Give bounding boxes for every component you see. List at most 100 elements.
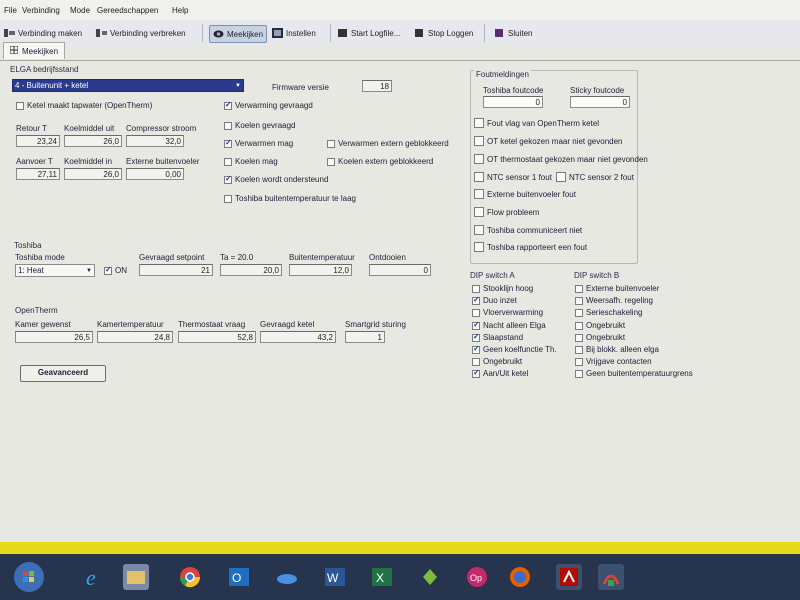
svg-text:W: W (327, 571, 339, 585)
menu-gereedschappen[interactable]: Gereedschappen (97, 6, 158, 15)
dip-b-bij-blokk[interactable]: Bij blokk. alleen elga (575, 345, 659, 354)
dip-label: Duo inzet (483, 296, 517, 305)
error-checkbox-ntc1[interactable]: NTC sensor 1 fout (474, 172, 552, 182)
checkbox-box (474, 136, 484, 146)
koelen-gevraagd-checkbox[interactable]: Koelen gevraagd (224, 121, 296, 130)
connect-button[interactable]: Verbinding maken (4, 25, 82, 41)
excel-icon[interactable]: X (369, 564, 395, 590)
error-checkbox-ext-buitenvoeler[interactable]: Externe buitenvoeler fout (474, 189, 576, 199)
buitentemp-label: Buitentemperatuur (289, 253, 355, 262)
sticky-foutcode-label: Sticky foutcode (570, 86, 625, 95)
dip-b-ongebruikt-2[interactable]: Ongebruikt (575, 333, 625, 342)
dip-a-duo-inzet[interactable]: Duo inzet (472, 295, 517, 305)
advanced-button[interactable]: Geavanceerd (20, 365, 106, 382)
koelen-extern-checkbox[interactable]: Koelen extern geblokkeerd (327, 157, 433, 166)
word-icon[interactable]: W (322, 564, 348, 590)
dip-b-ext-buitenvoeler[interactable]: Externe buitenvoeler (575, 284, 659, 293)
verwarmen-mag-checkbox[interactable]: Verwarmen mag (224, 138, 293, 148)
tab-meekijken[interactable]: Meekijken (3, 42, 66, 59)
stop-log-button[interactable]: Stop Loggen (414, 25, 473, 41)
checkbox-box (327, 157, 335, 166)
sticky-foutcode-field: 0 (570, 96, 630, 108)
koelen-mag-checkbox[interactable]: Koelen mag (224, 157, 278, 166)
menu-bar: File Verbinding Mode Gereedschappen Help (0, 0, 800, 20)
checkbox-box (224, 138, 232, 148)
toshiba-on-checkbox[interactable]: ON (104, 265, 127, 275)
toshiba-mode-label: Toshiba mode (15, 253, 65, 262)
dip-a-stooklijn[interactable]: Stooklijn hoog (472, 284, 533, 293)
toshiba-buiten-laag-checkbox[interactable]: Toshiba buitentemperatuur te laag (224, 194, 356, 203)
opera-icon[interactable]: Op (464, 564, 490, 590)
disconnect-button[interactable]: Verbinding verbreken (96, 25, 186, 41)
toshiba-mode-select[interactable]: 1: Heat ▼ (15, 264, 95, 277)
dip-a-ongebruikt[interactable]: Ongebruikt (472, 357, 522, 366)
start-log-button[interactable]: Start Logfile... (337, 25, 400, 41)
koel-in-label: Koelmiddel in (64, 157, 113, 166)
error-checkbox-toshiba-fout[interactable]: Toshiba rapporteert een fout (474, 242, 587, 252)
error-checkbox-ot-ketel[interactable]: OT ketel gekozen maar niet gevonden (474, 136, 623, 146)
checkbox-box (104, 265, 112, 275)
koelen-ondersteund-checkbox[interactable]: Koelen wordt ondersteund (224, 174, 328, 184)
error-checkbox-toshiba-comm[interactable]: Toshiba communiceert niet (474, 225, 582, 235)
error-label: Toshiba communiceert niet (487, 225, 583, 235)
internet-explorer-icon[interactable]: e (80, 564, 106, 590)
dip-b-ongebruikt-1[interactable]: Ongebruikt (575, 321, 625, 330)
acrobat-icon[interactable] (556, 564, 582, 590)
koelen-extern-label: Koelen extern geblokkeerd (338, 157, 434, 166)
firefox-icon[interactable] (507, 564, 533, 590)
verwarming-gevraagd-checkbox[interactable]: Verwarming gevraagd (224, 100, 313, 110)
green-app-icon[interactable] (417, 564, 443, 590)
dip-a-nacht-elga[interactable]: Nacht alleen Elga (472, 320, 546, 330)
menu-mode[interactable]: Mode (70, 6, 90, 15)
error-checkbox-ot-flag[interactable]: Fout vlag van OpenTherm ketel (474, 118, 599, 128)
error-label: NTC sensor 2 fout (569, 172, 634, 182)
dip-a-vloerverwarming[interactable]: Vloerverwarming (472, 308, 543, 317)
monitor-button[interactable]: Meekijken (209, 25, 268, 43)
menu-help[interactable]: Help (172, 6, 188, 15)
checkbox-box (16, 101, 24, 110)
windows-start-icon[interactable] (14, 562, 44, 592)
stop-log-icon (414, 28, 425, 38)
dip-a-aan-uit-ketel[interactable]: Aan/Uit ketel (472, 368, 528, 378)
settings-button[interactable]: Instellen (272, 25, 316, 41)
verwarming-gevraagd-label: Verwarming gevraagd (235, 101, 313, 110)
close-button[interactable]: Sluiten (494, 25, 532, 41)
dip-a-geen-koelfunctie[interactable]: Geen koelfunctie Th. (472, 344, 557, 354)
checkbox-box (575, 308, 583, 317)
dip-b-geen-grens[interactable]: Geen buitentemperatuurgrens (575, 369, 693, 378)
dip-b-serieschakeling[interactable]: Serieschakeling (575, 308, 642, 317)
buitentemp-field: 12,0 (289, 264, 352, 276)
onedrive-icon[interactable] (274, 564, 300, 590)
error-checkbox-ntc2[interactable]: NTC sensor 2 fout (556, 172, 634, 182)
verwarmen-extern-checkbox[interactable]: Verwarmen extern geblokkeerd (327, 139, 449, 148)
toolbar: Verbinding maken Verbinding verbreken Me… (0, 20, 800, 47)
koel-in-field: 26,0 (64, 168, 122, 180)
signal-app-icon[interactable] (598, 564, 624, 590)
close-label: Sluiten (508, 28, 533, 38)
elga-section-title: ELGA bedrijfsstand (10, 65, 79, 74)
kamertemp-field: 24,8 (97, 331, 173, 343)
checkbox-box (472, 284, 480, 293)
chrome-icon[interactable] (177, 564, 203, 590)
toshiba-mode-value: 1: Heat (18, 266, 44, 275)
checkbox-box (474, 207, 484, 217)
dip-label: Ongebruikt (586, 321, 626, 330)
outlook-icon[interactable]: O (226, 564, 252, 590)
elga-mode-select[interactable]: 4 - Buitenunit + ketel ▼ (12, 79, 244, 92)
file-explorer-icon[interactable] (123, 564, 149, 590)
error-label: Fout vlag van OpenTherm ketel (487, 118, 600, 128)
dip-b-vrijgave[interactable]: Vrijgave contacten (575, 357, 652, 366)
dip-label: Serieschakeling (586, 308, 643, 317)
menu-file[interactable]: File (4, 6, 17, 15)
dip-a-slaapstand[interactable]: Slaapstand (472, 332, 523, 342)
menu-verbinding[interactable]: Verbinding (22, 6, 60, 15)
checkbox-box (327, 139, 335, 148)
dip-b-weersafh[interactable]: Weersafh. regeling (575, 296, 653, 305)
error-checkbox-flow[interactable]: Flow probleem (474, 207, 539, 217)
gevraagd-ketel-label: Gevraagd ketel (260, 320, 315, 329)
toshiba-on-label: ON (115, 266, 127, 275)
error-checkbox-ot-thermostaat[interactable]: OT thermostaat gekozen maar niet gevonde… (474, 154, 648, 164)
dip-label: Bij blokk. alleen elga (586, 345, 659, 354)
thermostaat-field: 52,8 (178, 331, 256, 343)
tapwater-checkbox[interactable]: Ketel maakt tapwater (OpenTherm) (16, 101, 152, 110)
